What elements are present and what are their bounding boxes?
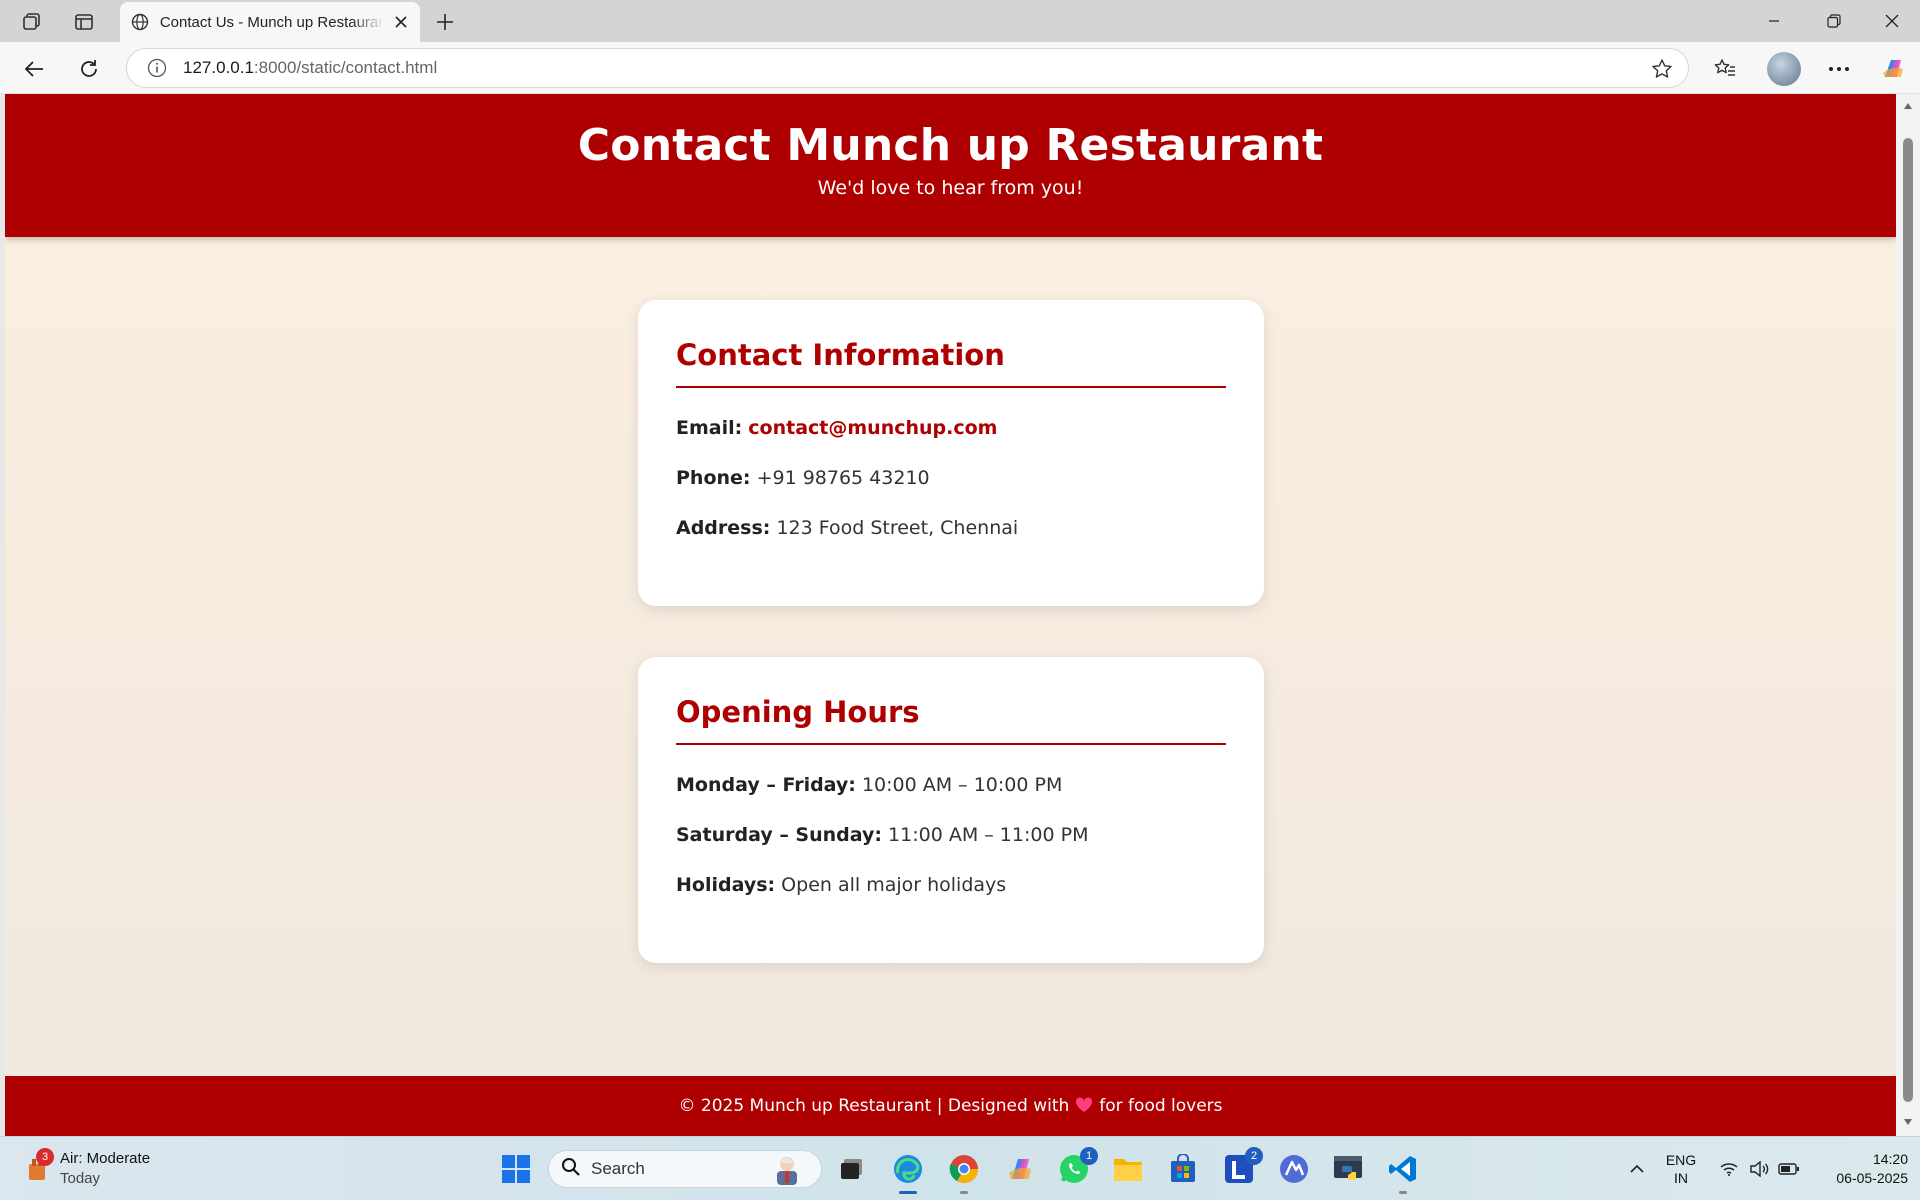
- minimize-button[interactable]: [1746, 0, 1802, 42]
- language-region: IN: [1674, 1170, 1688, 1186]
- page-viewport: Contact Munch up Restaurant We'd love to…: [5, 94, 1896, 1136]
- store-icon[interactable]: [1165, 1151, 1201, 1187]
- file-explorer-icon[interactable]: [1110, 1151, 1146, 1187]
- language-code: ENG: [1665, 1152, 1697, 1168]
- start-button[interactable]: [498, 1151, 534, 1187]
- scrollbar-thumb[interactable]: [1903, 138, 1913, 1102]
- phone-value: +91 98765 43210: [756, 467, 930, 489]
- search-placeholder: Search: [591, 1159, 645, 1178]
- whatsapp-badge: 1: [1080, 1147, 1098, 1165]
- tab-title: Contact Us - Munch up Restaurant: [159, 13, 385, 31]
- vscode-taskbar-icon[interactable]: [1385, 1151, 1421, 1194]
- show-hidden-icons-chevron[interactable]: [1620, 1137, 1654, 1200]
- chrome-taskbar-icon[interactable]: [946, 1151, 982, 1194]
- tab-contact-us[interactable]: Contact Us - Munch up Restaurant: [120, 2, 420, 42]
- weekday-label: Monday – Friday:: [676, 774, 856, 796]
- opening-hours-card: Opening Hours Monday – Friday: 10:00 AM …: [638, 657, 1264, 963]
- restore-button[interactable]: [1806, 0, 1862, 42]
- page-header: Contact Munch up Restaurant We'd love to…: [5, 94, 1896, 237]
- edge-taskbar-icon[interactable]: [890, 1151, 926, 1194]
- browser-toolbar: 127.0.0.1:8000/static/contact.html: [0, 42, 1920, 94]
- weekend-hours: 11:00 AM – 11:00 PM: [888, 824, 1089, 846]
- email-label: Email:: [676, 417, 743, 439]
- footer-tagline: for food lovers: [1099, 1096, 1223, 1116]
- close-window-button[interactable]: [1864, 0, 1920, 42]
- running-indicator-vscode: [1399, 1191, 1407, 1194]
- clock-time: 14:20: [1872, 1151, 1908, 1167]
- scroll-down-icon[interactable]: [1902, 1116, 1914, 1128]
- ai-app-icon[interactable]: [1276, 1151, 1312, 1187]
- whatsapp-taskbar-icon[interactable]: 1: [1056, 1147, 1098, 1187]
- battery-icon[interactable]: [1774, 1137, 1804, 1200]
- windows-taskbar: 3 Air: Moderate Today Search 1 2 ENG IN …: [0, 1136, 1920, 1200]
- weekend-label: Saturday – Sunday:: [676, 824, 882, 846]
- page-title: Contact Munch up Restaurant: [577, 120, 1324, 171]
- site-info-icon[interactable]: [145, 56, 169, 80]
- l-app-badge: 2: [1245, 1147, 1263, 1165]
- weather-subtitle: Today: [60, 1170, 101, 1187]
- contact-info-heading: Contact Information: [676, 338, 1226, 388]
- refresh-button[interactable]: [73, 53, 105, 85]
- email-link[interactable]: contact@munchup.com: [748, 417, 997, 439]
- copilot-taskbar-icon[interactable]: [1002, 1151, 1038, 1187]
- phone-row: Phone: +91 98765 43210: [676, 468, 1226, 489]
- clock[interactable]: 14:20 06-05-2025: [1808, 1137, 1908, 1200]
- running-indicator: [960, 1191, 968, 1194]
- heart-icon: [1075, 1096, 1093, 1116]
- profile-avatar[interactable]: [1767, 52, 1801, 86]
- volume-icon[interactable]: [1744, 1137, 1774, 1200]
- weather-widget[interactable]: 3 Air: Moderate Today: [24, 1148, 151, 1189]
- language-indicator[interactable]: ENG IN: [1660, 1137, 1702, 1200]
- new-tab-button[interactable]: [430, 7, 460, 37]
- copilot-icon[interactable]: [1876, 52, 1910, 86]
- weekday-hours-row: Monday – Friday: 10:00 AM – 10:00 PM: [676, 775, 1226, 796]
- tab-close-icon[interactable]: [390, 11, 412, 33]
- active-indicator: [899, 1191, 917, 1194]
- phone-label: Phone:: [676, 467, 751, 489]
- vertical-tabs-icon[interactable]: [70, 8, 98, 36]
- taskbar-search-box[interactable]: Search: [548, 1150, 822, 1188]
- clock-date: 06-05-2025: [1836, 1170, 1908, 1186]
- weekend-hours-row: Saturday – Sunday: 11:00 AM – 11:00 PM: [676, 825, 1226, 846]
- holiday-hours: Open all major holidays: [781, 874, 1007, 896]
- favorite-star-icon[interactable]: [1650, 57, 1674, 81]
- page-footer: © 2025 Munch up Restaurant | Designed wi…: [5, 1076, 1896, 1136]
- address-value: 123 Food Street, Chennai: [776, 517, 1019, 539]
- task-view-icon[interactable]: [834, 1151, 870, 1187]
- favorites-icon[interactable]: [1708, 52, 1742, 86]
- footer-copyright: © 2025 Munch up Restaurant | Designed wi…: [678, 1096, 1070, 1116]
- page-scrollbar[interactable]: [1896, 94, 1920, 1136]
- contact-info-card: Contact Information Email: contact@munch…: [638, 300, 1264, 606]
- python-ide-icon[interactable]: [1330, 1151, 1366, 1187]
- more-options-icon[interactable]: [1822, 52, 1856, 86]
- browser-tab-bar: Contact Us - Munch up Restaurant: [0, 0, 1920, 42]
- workspaces-icon[interactable]: [18, 8, 46, 36]
- email-row: Email: contact@munchup.com: [676, 418, 1226, 439]
- opening-hours-heading: Opening Hours: [676, 695, 1226, 745]
- page-subtitle: We'd love to hear from you!: [817, 177, 1084, 199]
- search-icon: [561, 1157, 581, 1181]
- holiday-hours-row: Holidays: Open all major holidays: [676, 875, 1226, 896]
- url-host: 127.0.0.1: [183, 58, 254, 77]
- weekday-hours: 10:00 AM – 10:00 PM: [861, 774, 1063, 796]
- back-button[interactable]: [18, 53, 50, 85]
- weather-title: Air: Moderate: [60, 1150, 151, 1167]
- l-app-icon[interactable]: 2: [1221, 1147, 1263, 1187]
- globe-icon: [128, 10, 152, 34]
- air-quality-icon: 3: [24, 1148, 54, 1184]
- url-text: 127.0.0.1:8000/static/contact.html: [183, 58, 437, 78]
- search-highlight-icon: [767, 1153, 807, 1187]
- wifi-icon[interactable]: [1714, 1137, 1744, 1200]
- holiday-label: Holidays:: [676, 874, 776, 896]
- address-label: Address:: [676, 517, 771, 539]
- scroll-up-icon[interactable]: [1902, 100, 1914, 112]
- url-path: :8000/static/contact.html: [253, 58, 438, 77]
- weather-badge: 3: [36, 1148, 54, 1166]
- address-bar[interactable]: 127.0.0.1:8000/static/contact.html: [126, 48, 1689, 88]
- address-row: Address: 123 Food Street, Chennai: [676, 518, 1226, 539]
